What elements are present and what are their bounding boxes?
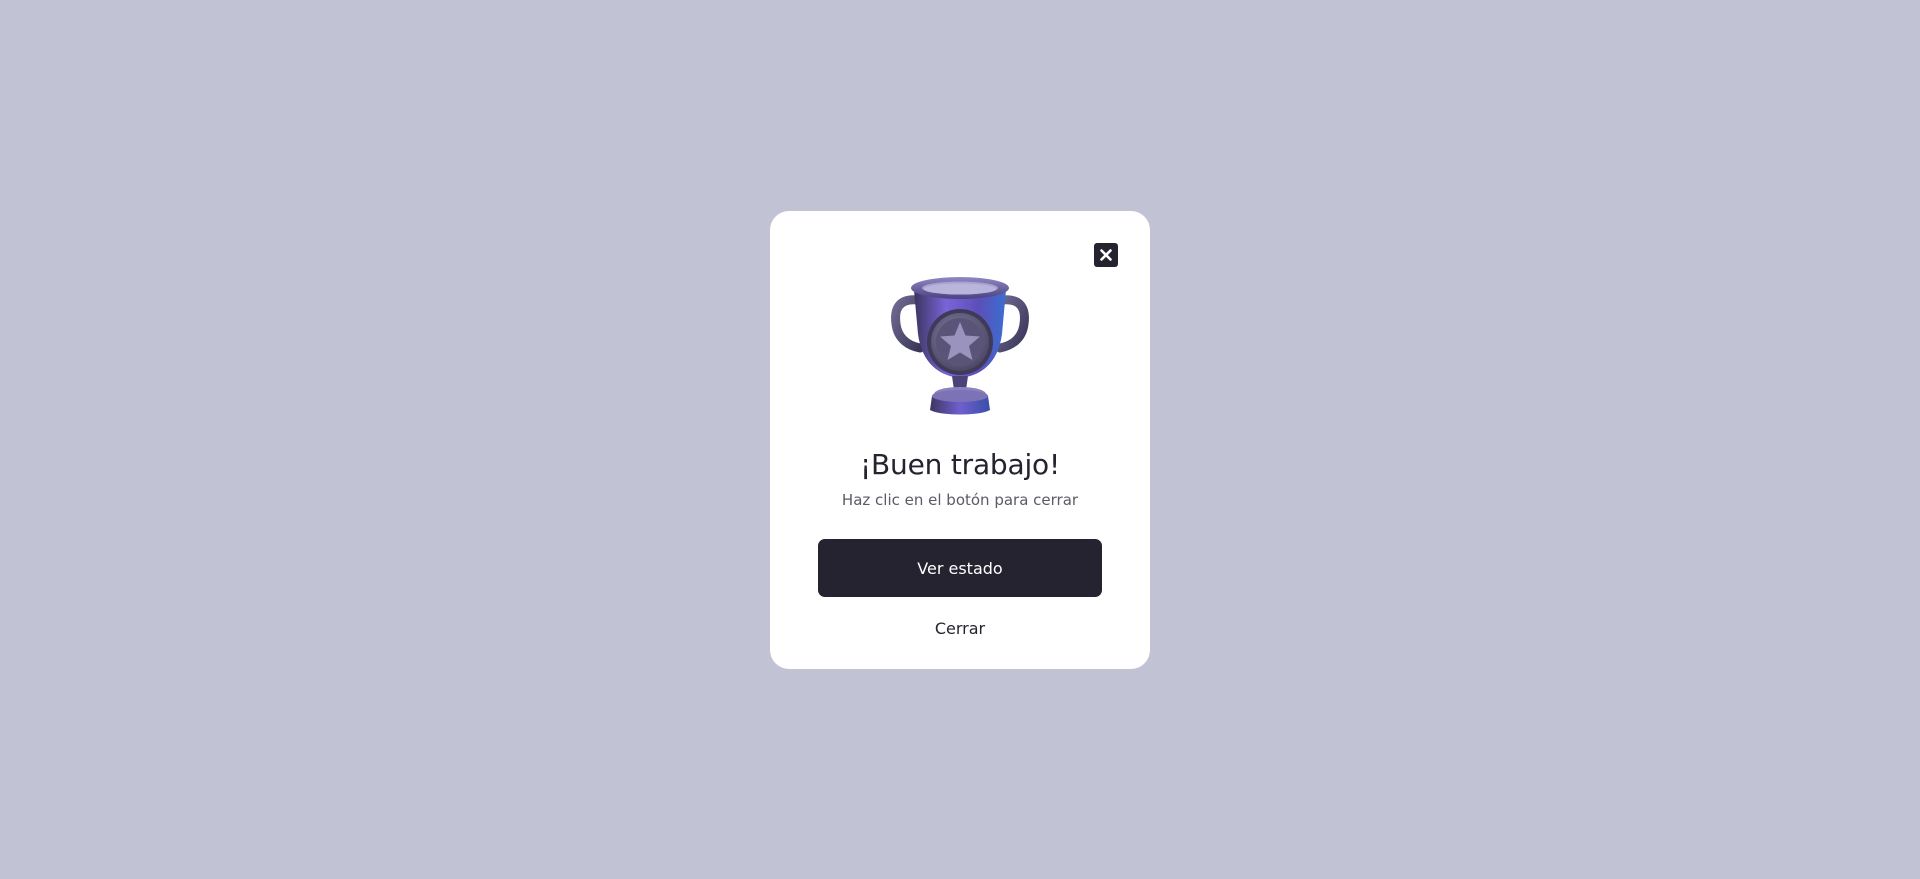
close-icon-button[interactable] — [1094, 243, 1118, 267]
modal-subtitle: Haz clic en el botón para cerrar — [841, 491, 1079, 509]
modal-title: ¡Buen trabajo! — [860, 448, 1060, 481]
close-x-icon — [1100, 249, 1112, 261]
view-status-button[interactable]: Ver estado — [818, 539, 1102, 597]
trophy-icon — [891, 277, 1029, 415]
close-button[interactable]: Cerrar — [910, 613, 1010, 643]
success-modal: ¡Buen trabajo! Haz clic en el botón para… — [770, 211, 1150, 669]
